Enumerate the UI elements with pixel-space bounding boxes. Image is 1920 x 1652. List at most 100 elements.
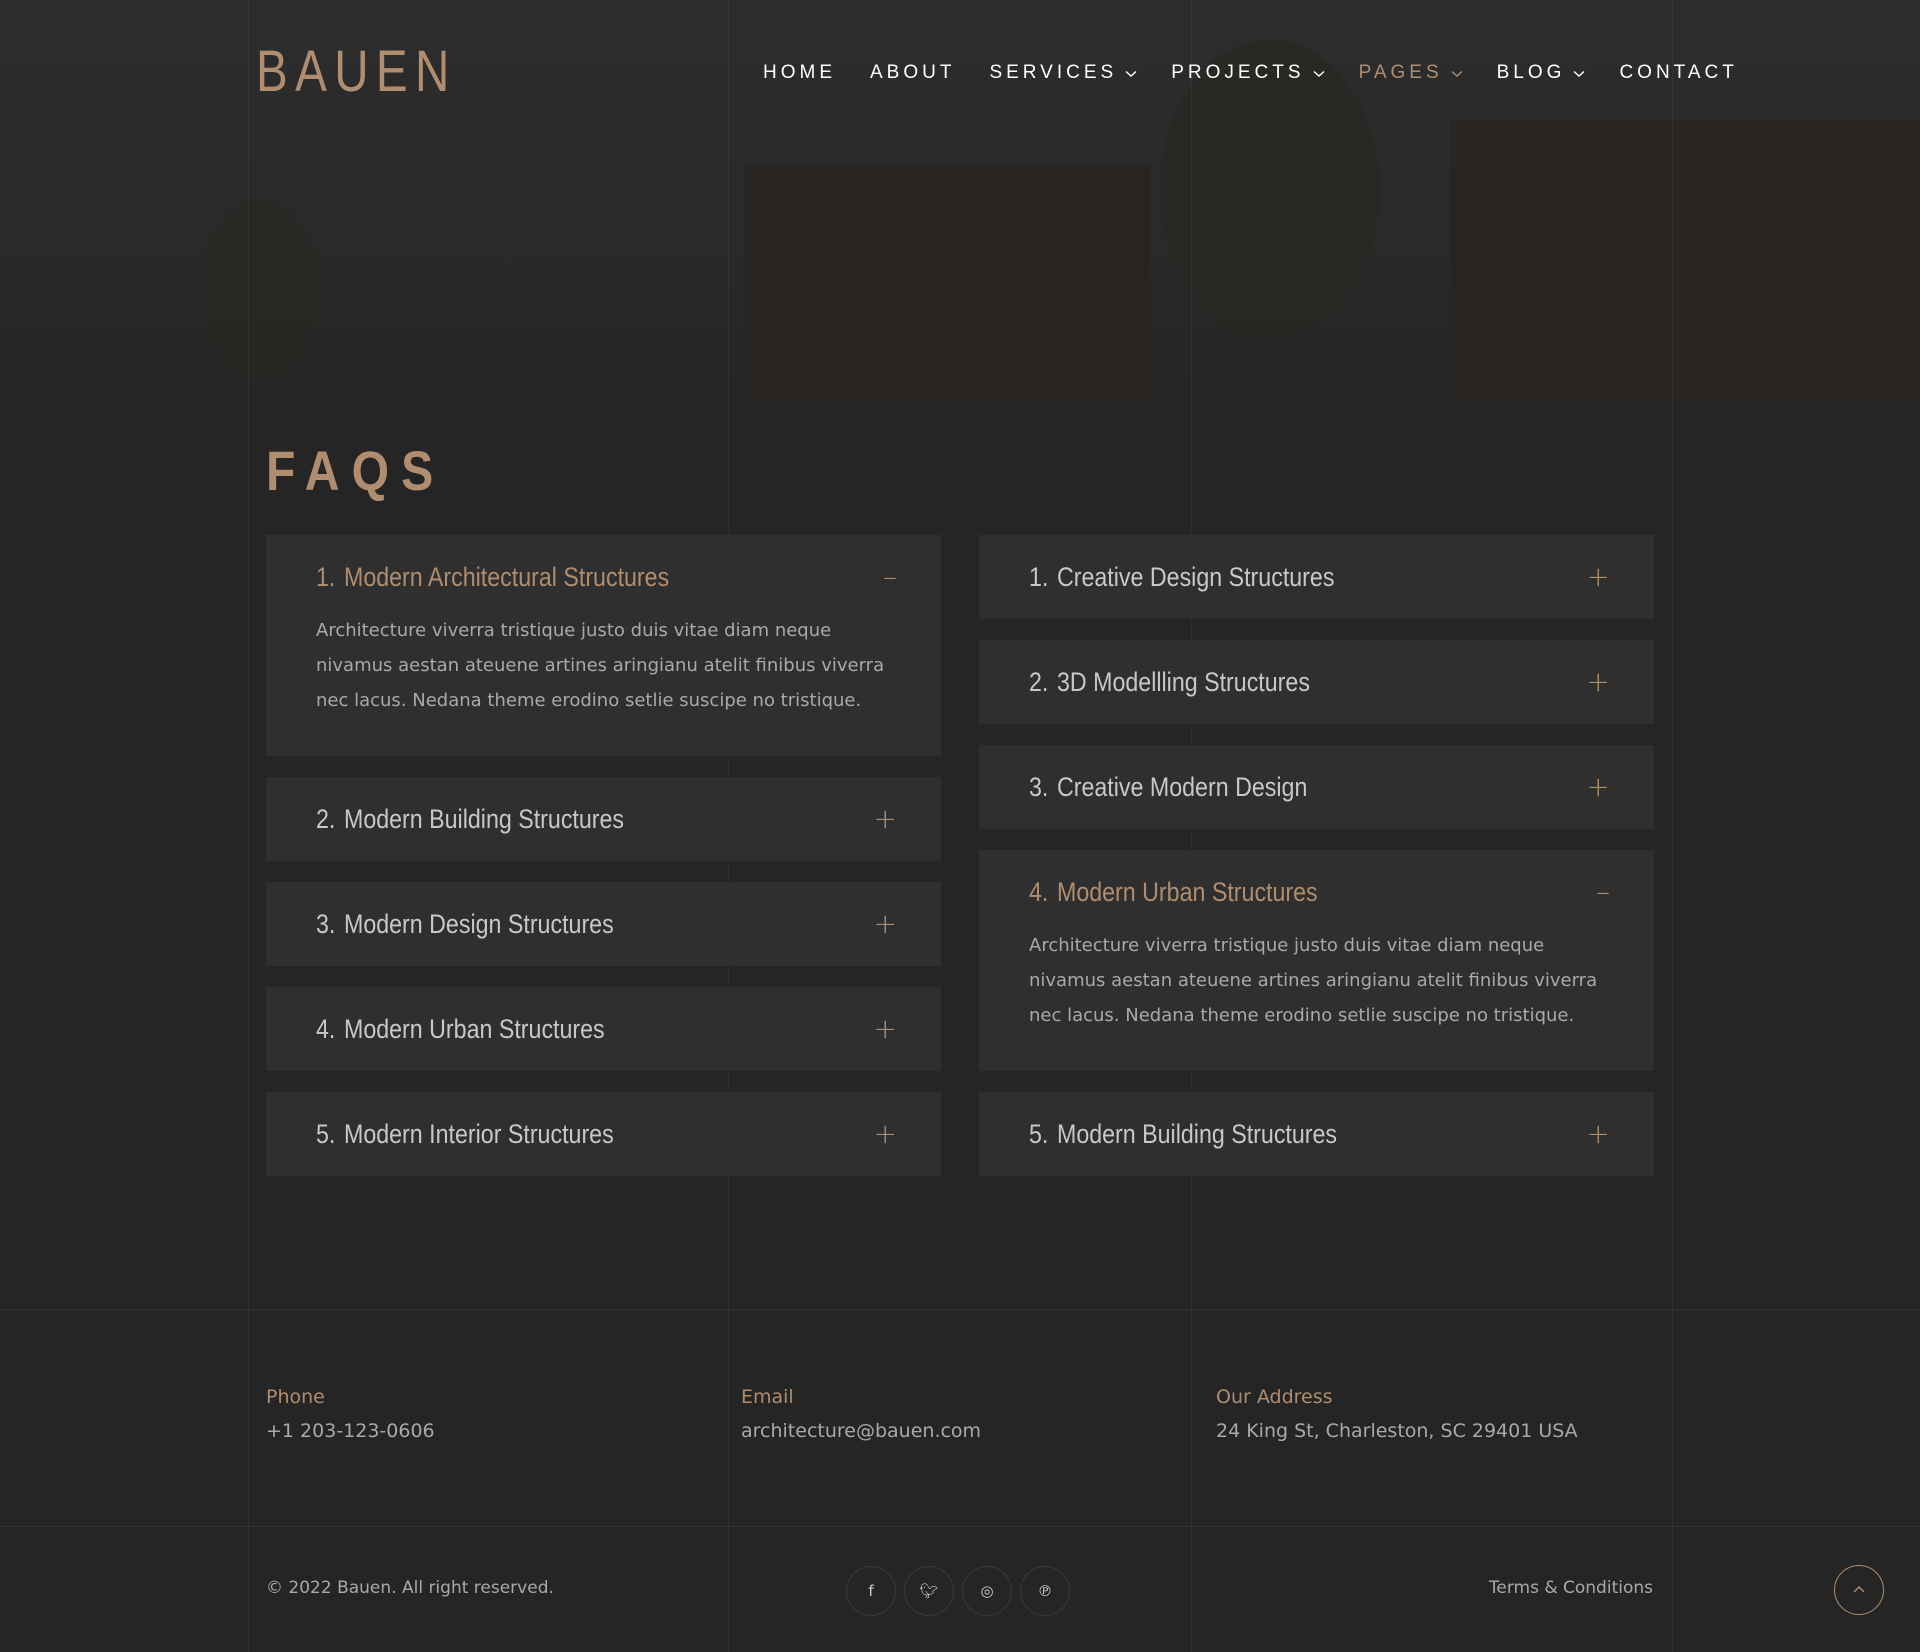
instagram-link[interactable]: ◎: [962, 1566, 1012, 1616]
faq-question: 5. Modern Interior Structures: [316, 1119, 614, 1150]
faq-question: 3. Creative Modern Design: [1029, 772, 1307, 803]
faq-question-toggle[interactable]: 5. Modern Interior Structures +: [266, 1092, 941, 1176]
faq-question-text: 3D Modellling Structures: [1056, 666, 1310, 697]
chevron-down-icon: [1125, 65, 1137, 81]
plus-icon[interactable]: +: [874, 1015, 897, 1043]
chevron-down-icon: [1313, 65, 1325, 81]
faq-number: 4.: [1029, 876, 1049, 907]
faq-question: 3. Modern Design Structures: [316, 909, 614, 940]
faq-item: 2. Modern Building Structures +: [266, 777, 941, 861]
address-text: 24 King St, Charleston, SC 29401 USA: [1216, 1420, 1578, 1442]
faq-question-text: Modern Interior Structures: [343, 1118, 614, 1149]
faq-question-toggle[interactable]: 1. Creative Design Structures +: [979, 535, 1654, 619]
tree-silhouette: [1160, 40, 1380, 340]
pinterest-link[interactable]: ℗: [1020, 1566, 1070, 1616]
faq-question-toggle[interactable]: 4. Modern Urban Structures –: [979, 850, 1654, 934]
nav-item-home[interactable]: HOME: [763, 62, 836, 84]
building-silhouette: [745, 165, 1150, 400]
social-links: f 🐦︎ ◎ ℗: [846, 1566, 1078, 1616]
faq-question-text: Creative Design Structures: [1056, 561, 1335, 592]
facebook-link[interactable]: f: [846, 1566, 896, 1616]
back-to-top-button[interactable]: [1834, 1565, 1884, 1615]
faq-number: 2.: [316, 803, 336, 834]
twitter-icon: 🐦︎: [919, 1582, 939, 1600]
nav-item-pages[interactable]: PAGES: [1359, 62, 1463, 84]
contact-phone: Phone +1 203-123-0606: [266, 1386, 435, 1442]
faq-item: 2. 3D Modellling Structures +: [979, 640, 1654, 724]
faq-question-toggle[interactable]: 4. Modern Urban Structures +: [266, 987, 941, 1071]
faq-question: 2. Modern Building Structures: [316, 804, 624, 835]
faq-question-toggle[interactable]: 1. Modern Architectural Structures –: [266, 535, 941, 619]
faq-item: 5. Modern Building Structures +: [979, 1092, 1654, 1176]
chevron-down-icon: [1451, 65, 1463, 81]
plus-icon[interactable]: +: [1587, 563, 1610, 591]
faq-question-toggle[interactable]: 3. Modern Design Structures +: [266, 882, 941, 966]
instagram-icon: ◎: [980, 1582, 994, 1600]
faq-question-toggle[interactable]: 3. Creative Modern Design +: [979, 745, 1654, 829]
divider: [0, 1309, 1920, 1310]
chevron-up-icon: [1853, 1585, 1865, 1593]
faq-question-text: Modern Urban Structures: [343, 1013, 605, 1044]
faq-number: 3.: [316, 908, 336, 939]
faq-item: 1. Modern Architectural Structures – Archit…: [266, 535, 941, 756]
faq-answer: Architecture viverra tristique justo dui…: [1029, 935, 1598, 1026]
nav-label: PAGES: [1358, 62, 1443, 83]
contact-label: Phone: [266, 1386, 325, 1408]
nav-label: SERVICES: [989, 62, 1118, 83]
faq-column-right: 1. Creative Design Structures +2. 3D Modell…: [979, 535, 1654, 1197]
nav-label: PROJECTS: [1171, 62, 1305, 83]
twitter-link[interactable]: 🐦︎: [904, 1566, 954, 1616]
faq-question-text: Modern Building Structures: [1056, 1118, 1338, 1149]
facebook-icon: f: [868, 1582, 874, 1600]
plus-icon[interactable]: +: [1587, 1120, 1610, 1148]
faq-item: 4. Modern Urban Structures – Architecture v…: [979, 850, 1654, 1071]
terms-link[interactable]: Terms & Conditions: [1489, 1578, 1653, 1598]
nav-item-about[interactable]: ABOUT: [870, 62, 955, 84]
faq-number: 4.: [316, 1013, 336, 1044]
faq-question-text: Modern Building Structures: [343, 803, 625, 834]
contact-label: Email: [741, 1386, 794, 1408]
nav-item-blog[interactable]: BLOG: [1497, 62, 1586, 84]
plus-icon[interactable]: +: [874, 805, 897, 833]
faq-question: 2. 3D Modellling Structures: [1029, 667, 1310, 698]
contact-address: Our Address 24 King St, Charleston, SC 2…: [1216, 1386, 1578, 1442]
faq-question-toggle[interactable]: 2. 3D Modellling Structures +: [979, 640, 1654, 724]
plus-icon[interactable]: +: [1587, 668, 1610, 696]
faq-number: 2.: [1029, 666, 1049, 697]
faq-item: 1. Creative Design Structures +: [979, 535, 1654, 619]
minus-icon[interactable]: –: [1596, 878, 1610, 906]
nav-item-contact[interactable]: CONTACT: [1619, 62, 1737, 84]
faq-number: 5.: [1029, 1118, 1049, 1149]
email-link[interactable]: architecture@bauen.com: [741, 1420, 981, 1442]
grid-line: [248, 0, 249, 1652]
faq-number: 5.: [316, 1118, 336, 1149]
minus-icon[interactable]: –: [883, 563, 897, 591]
faq-question-toggle[interactable]: 2. Modern Building Structures +: [266, 777, 941, 861]
faq-question-text: Creative Modern Design: [1056, 771, 1308, 802]
nav-label: CONTACT: [1619, 62, 1738, 83]
chevron-down-icon: [1573, 65, 1585, 81]
nav-item-projects[interactable]: PROJECTS: [1171, 62, 1325, 84]
page-title: FAQS: [266, 439, 446, 502]
plus-icon[interactable]: +: [874, 910, 897, 938]
faq-item: 3. Modern Design Structures +: [266, 882, 941, 966]
plus-icon[interactable]: +: [1587, 773, 1610, 801]
faq-question-toggle[interactable]: 5. Modern Building Structures +: [979, 1092, 1654, 1176]
nav-item-services[interactable]: SERVICES: [989, 62, 1137, 84]
nav-label: BLOG: [1496, 62, 1566, 83]
faq-question-text: Modern Design Structures: [343, 908, 614, 939]
plus-icon[interactable]: +: [874, 1120, 897, 1148]
grid-line: [1672, 0, 1673, 1652]
contact-email: Email architecture@bauen.com: [741, 1386, 981, 1442]
phone-number[interactable]: +1 203-123-0606: [266, 1420, 435, 1442]
faq-item: 3. Creative Modern Design +: [979, 745, 1654, 829]
faq-item: 4. Modern Urban Structures +: [266, 987, 941, 1071]
faq-question: 1. Modern Architectural Structures: [316, 562, 669, 593]
faq-number: 3.: [1029, 771, 1049, 802]
faq-question: 1. Creative Design Structures: [1029, 562, 1334, 593]
brand-logo[interactable]: BAUEN: [256, 38, 457, 105]
faq-question: 4. Modern Urban Structures: [1029, 877, 1318, 908]
faq-item: 5. Modern Interior Structures +: [266, 1092, 941, 1176]
faq-question: 4. Modern Urban Structures: [316, 1014, 605, 1045]
main-nav: HOME ABOUT SERVICES PROJECTS PAGES BLOG CONTAC…: [763, 62, 1772, 84]
